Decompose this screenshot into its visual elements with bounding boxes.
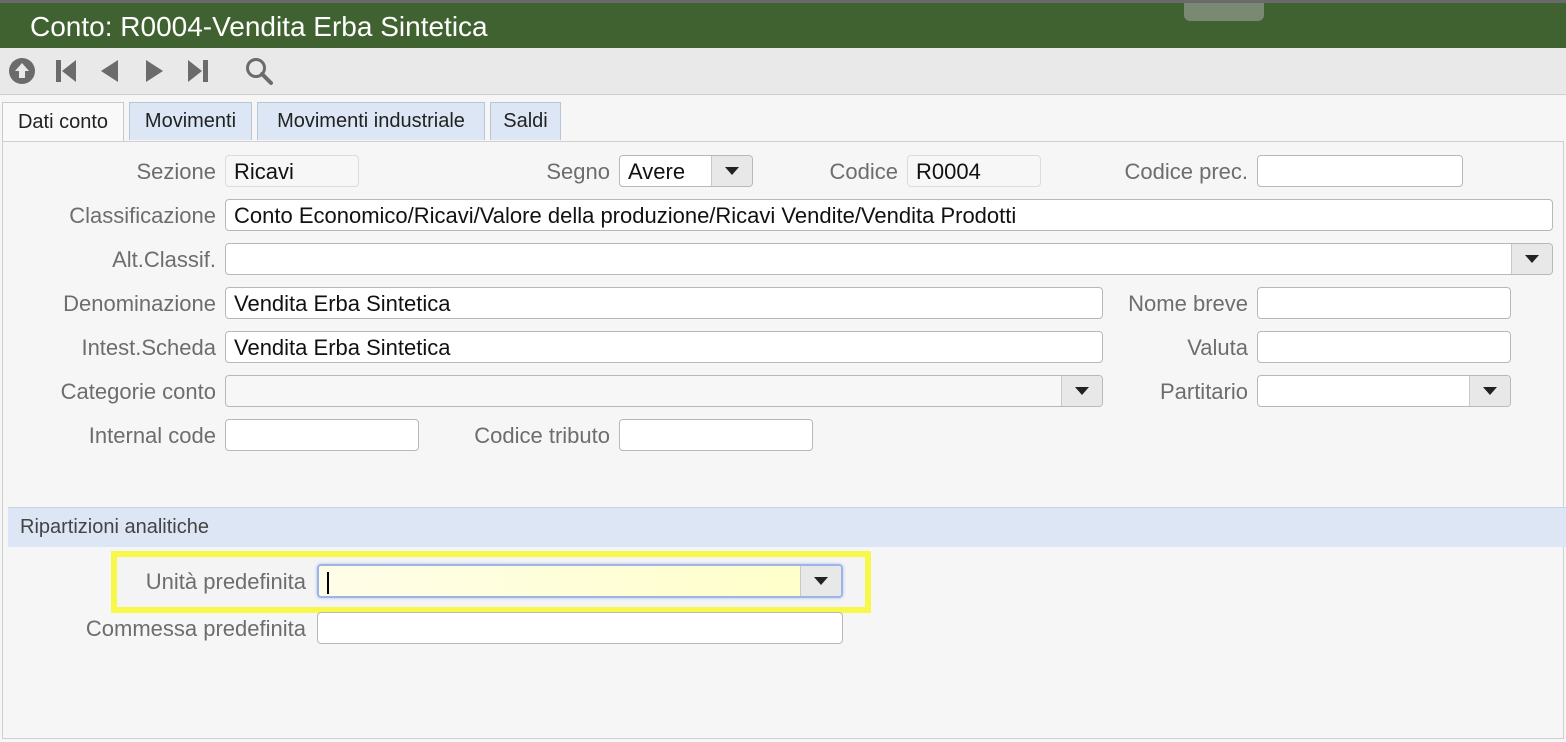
nome-breve-label: Nome breve bbox=[1128, 291, 1248, 316]
unita-predefinita-label: Unità predefinita bbox=[145, 569, 306, 594]
denominazione-label: Denominazione bbox=[63, 291, 216, 316]
denominazione-field[interactable]: Vendita Erba Sintetica bbox=[225, 287, 1103, 319]
internal-code-label: Internal code bbox=[88, 423, 216, 448]
text-cursor bbox=[327, 572, 329, 595]
intest-scheda-field[interactable]: Vendita Erba Sintetica bbox=[225, 331, 1103, 363]
codice-tributo-label: Codice tributo bbox=[474, 423, 610, 448]
nome-breve-field[interactable] bbox=[1257, 287, 1511, 319]
partitario-label: Partitario bbox=[1159, 379, 1248, 404]
classificazione-label: Classificazione bbox=[69, 203, 216, 228]
ripartizioni-header: Ripartizioni analitiche bbox=[8, 507, 1566, 547]
tab-saldi[interactable]: Saldi bbox=[490, 102, 561, 140]
tab-bar: Dati conto Movimenti Movimenti industria… bbox=[0, 102, 1566, 142]
valuta-label: Valuta bbox=[1187, 335, 1248, 360]
commessa-predefinita-field[interactable] bbox=[317, 612, 843, 644]
tab-movimenti[interactable]: Movimenti bbox=[129, 102, 252, 140]
sezione-field: Ricavi bbox=[225, 155, 359, 187]
window-handle[interactable] bbox=[1184, 3, 1264, 21]
up-circle-icon[interactable] bbox=[6, 55, 38, 87]
segno-select[interactable]: Avere bbox=[619, 155, 753, 187]
alt-classif-select[interactable] bbox=[225, 243, 1553, 275]
alt-classif-label: Alt.Classif. bbox=[112, 247, 216, 272]
toolbar bbox=[0, 48, 1566, 95]
classificazione-field[interactable]: Conto Economico/Ricavi/Valore della prod… bbox=[225, 199, 1553, 231]
internal-code-field[interactable] bbox=[225, 419, 419, 451]
chevron-down-icon[interactable] bbox=[1061, 376, 1102, 406]
chevron-down-icon[interactable] bbox=[1511, 244, 1552, 274]
tab-movimenti-industriale[interactable]: Movimenti industriale bbox=[257, 102, 485, 140]
categorie-conto-select[interactable] bbox=[225, 375, 1103, 407]
search-icon[interactable] bbox=[243, 55, 275, 87]
codice-prec-label: Codice prec. bbox=[1124, 159, 1248, 184]
last-record-icon[interactable] bbox=[182, 55, 214, 87]
categorie-conto-label: Categorie conto bbox=[60, 379, 216, 404]
previous-icon[interactable] bbox=[94, 55, 126, 87]
intest-scheda-label: Intest.Scheda bbox=[81, 335, 216, 360]
chevron-down-icon[interactable] bbox=[800, 566, 841, 596]
partitario-select[interactable] bbox=[1257, 375, 1511, 407]
title-bar: Conto: R0004-Vendita Erba Sintetica bbox=[0, 0, 1566, 48]
codice-tributo-field[interactable] bbox=[619, 419, 813, 451]
tab-dati-conto[interactable]: Dati conto bbox=[2, 102, 124, 142]
segno-label: Segno bbox=[546, 159, 610, 184]
chevron-down-icon[interactable] bbox=[1469, 376, 1510, 406]
chevron-down-icon[interactable] bbox=[711, 156, 752, 186]
next-icon[interactable] bbox=[138, 55, 170, 87]
codice-field: R0004 bbox=[907, 155, 1041, 187]
codice-prec-field[interactable] bbox=[1257, 155, 1463, 187]
segno-value: Avere bbox=[628, 159, 686, 184]
window-title: Conto: R0004-Vendita Erba Sintetica bbox=[30, 11, 488, 42]
sezione-label: Sezione bbox=[136, 159, 216, 184]
valuta-field[interactable] bbox=[1257, 331, 1511, 363]
commessa-predefinita-label: Commessa predefinita bbox=[85, 616, 306, 641]
codice-label: Codice bbox=[829, 159, 898, 184]
unita-predefinita-select[interactable] bbox=[317, 564, 843, 598]
first-record-icon[interactable] bbox=[50, 55, 82, 87]
